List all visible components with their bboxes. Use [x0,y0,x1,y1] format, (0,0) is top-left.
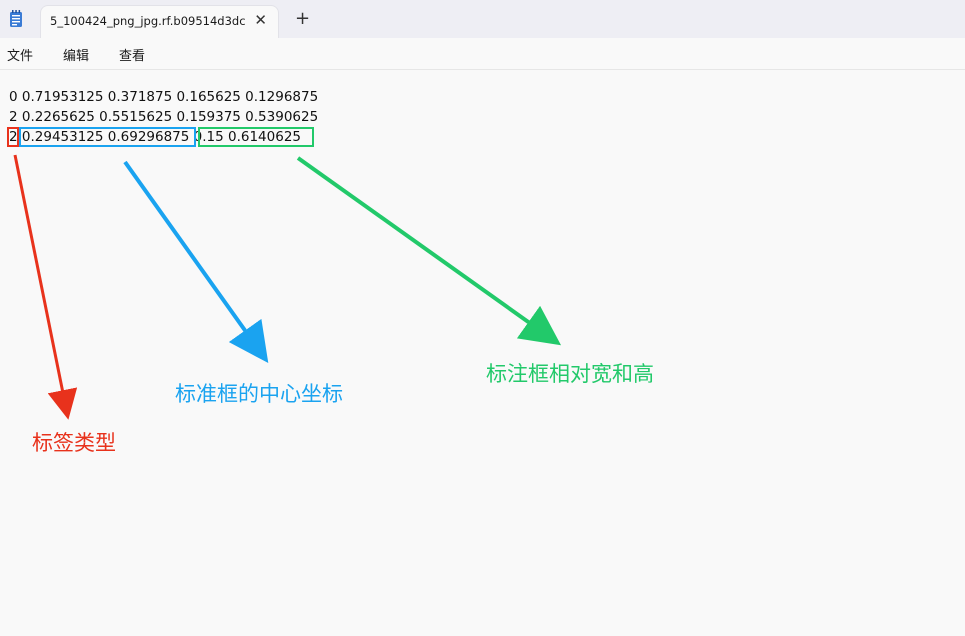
green-arrow [296,156,562,346]
red-arrow [13,154,78,420]
box-size-caption: 标注框相对宽和高 [486,362,654,386]
annotation-arrows [13,154,562,420]
box-center-caption: 标准框的中心坐标 [175,382,343,406]
label-type-caption: 标签类型 [32,431,116,455]
blue-arrow [123,160,269,364]
